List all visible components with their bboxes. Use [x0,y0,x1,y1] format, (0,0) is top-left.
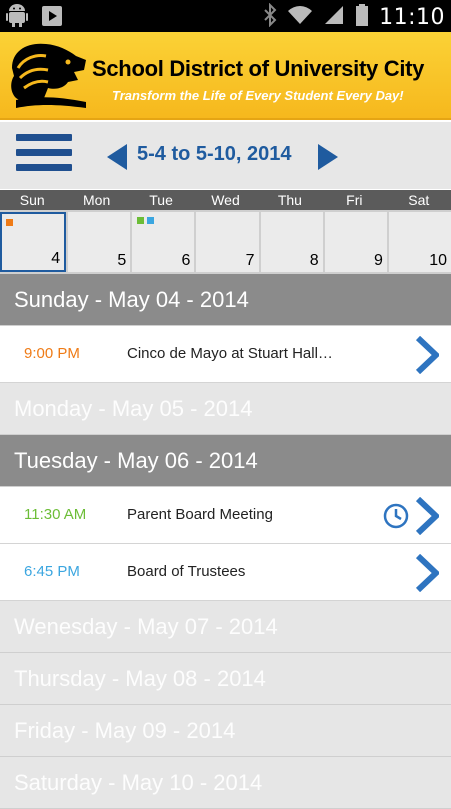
agenda-list: Sunday - May 04 - 2014 9:00 PM Cinco de … [0,274,451,809]
next-week-arrow-icon[interactable] [318,144,338,170]
clock-time: 11:10 [379,5,445,30]
week-range-label: 5-4 to 5-10, 2014 [137,143,292,165]
day-header-saturday: Saturday - May 10 - 2014 [0,757,451,809]
day-number: 10 [429,252,447,269]
battery-icon [355,3,369,32]
week-navigation: 5-4 to 5-10, 2014 [0,122,451,189]
day-cell[interactable]: 9 [324,212,387,272]
weekday-label: Sat [408,192,430,208]
lion-logo-icon [11,43,86,108]
event-time: 6:45 PM [24,563,80,580]
day-number: 9 [373,252,383,269]
day-number: 5 [117,252,127,269]
event-time: 9:00 PM [24,345,80,362]
event-row[interactable]: 11:30 AM Parent Board Meeting [0,487,451,544]
weekday-header: Sun Mon Tue Wed Thu Fri Sat [0,190,451,210]
menu-icon[interactable] [16,134,72,178]
day-header-thursday: Thursday - May 08 - 2014 [0,653,451,705]
event-row[interactable]: 9:00 PM Cinco de Mayo at Stuart Hall… [0,326,451,383]
event-row[interactable]: 6:45 PM Board of Trustees [0,544,451,601]
weekday-label: Sun [19,192,45,208]
signal-icon [323,4,345,31]
district-tagline: Transform the Life of Every Student Ever… [112,88,404,103]
event-title: Cinco de Mayo at Stuart Hall… [127,345,333,362]
previous-week-arrow-icon[interactable] [107,144,127,170]
day-cell[interactable]: 5 [68,212,131,272]
day-header-friday: Friday - May 09 - 2014 [0,705,451,757]
day-number: 8 [309,252,319,269]
android-icon [6,4,28,33]
weekday-label: Mon [83,192,111,208]
day-cell[interactable]: 6 [132,212,195,272]
bluetooth-icon [263,2,277,32]
event-title: Parent Board Meeting [127,506,273,523]
weekday-label: Fri [346,192,363,208]
day-cell[interactable]: 10 [388,212,451,272]
wifi-icon [287,4,313,31]
weekday-label: Tue [149,192,173,208]
day-cell[interactable]: 8 [260,212,323,272]
status-bar: 11:10 [0,0,451,32]
event-time: 11:30 AM [24,506,87,523]
day-header-tuesday: Tuesday - May 06 - 2014 [0,435,451,487]
chevron-right-icon[interactable] [415,497,439,535]
day-cell[interactable]: 7 [196,212,259,272]
event-marker [147,217,155,224]
day-number: 4 [51,250,61,267]
clock-icon[interactable] [383,503,409,529]
day-header-wednesday: Wenesday - May 07 - 2014 [0,601,451,653]
district-banner: School District of University City Trans… [0,32,451,120]
day-cell-selected[interactable]: 4 [0,212,67,272]
district-title: School District of University City [92,56,425,81]
day-header-sunday: Sunday - May 04 - 2014 [0,274,451,326]
chevron-right-icon[interactable] [415,336,439,374]
day-number: 7 [245,252,255,269]
day-header-monday: Monday - May 05 - 2014 [0,383,451,435]
chevron-right-icon[interactable] [415,554,439,592]
event-marker [137,217,145,224]
day-number: 6 [181,252,191,269]
week-day-grid: 4 5 6 7 8 9 10 [0,210,451,274]
weekday-label: Thu [277,192,302,208]
weekday-label: Wed [211,192,240,208]
event-marker [6,219,13,226]
event-title: Board of Trustees [127,563,246,580]
download-icon [40,4,64,33]
